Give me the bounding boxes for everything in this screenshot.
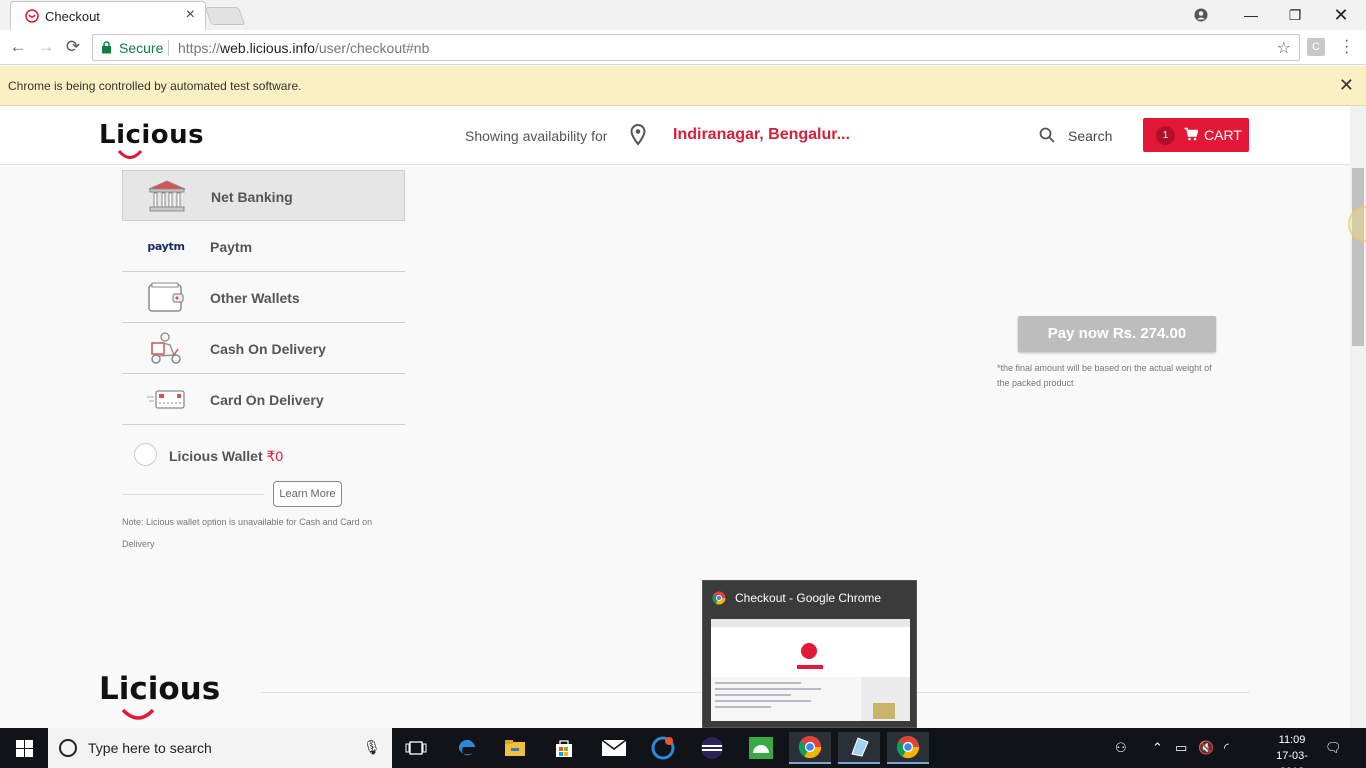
location-selector[interactable]: Indiranagar, Bengalur... bbox=[673, 126, 850, 144]
tab-close-icon[interactable]: × bbox=[186, 6, 195, 24]
wallet-balance: ₹0 bbox=[266, 448, 284, 464]
wallet-note: Note: Licious wallet option is unavailab… bbox=[122, 517, 373, 549]
taskbar-search-placeholder: Type here to search bbox=[88, 740, 212, 756]
search-link[interactable]: Search bbox=[1068, 128, 1112, 144]
payment-option-paytm[interactable]: paytm Paytm bbox=[122, 221, 405, 272]
reload-icon[interactable]: ⟳ bbox=[62, 37, 84, 57]
mail-icon[interactable] bbox=[593, 732, 635, 764]
payment-option-label: Other Wallets bbox=[210, 290, 300, 306]
licious-logo[interactable]: Licious bbox=[99, 120, 204, 159]
payment-option-other-wallets[interactable]: Other Wallets bbox=[122, 272, 405, 323]
taskbar-window-preview[interactable]: Checkout - Google Chrome bbox=[702, 580, 917, 728]
address-bar[interactable]: Secure https://web.licious.info/user/che… bbox=[92, 34, 1300, 61]
infobar-close-icon[interactable]: ✕ bbox=[1339, 75, 1354, 96]
bank-icon bbox=[145, 180, 189, 212]
cart-button[interactable]: 1 CART bbox=[1143, 118, 1249, 152]
microphone-icon[interactable]: 🎙 bbox=[363, 739, 381, 756]
edge-icon[interactable] bbox=[446, 732, 488, 764]
windows-taskbar: Type here to search 🎙 ⚇ ⌃ ▭ 🔇 ◜ 11:09 17… bbox=[0, 728, 1366, 768]
chrome-taskbar-icon[interactable] bbox=[789, 732, 831, 764]
ccleaner-icon[interactable] bbox=[642, 732, 684, 764]
payment-disclaimer: *the final amount will be based on the a… bbox=[997, 363, 1212, 388]
clock-date: 17-03-2018 bbox=[1276, 750, 1308, 768]
payment-option-net-banking[interactable]: Net Banking bbox=[122, 170, 405, 221]
store-icon[interactable] bbox=[543, 732, 585, 764]
tab-title: Checkout bbox=[45, 9, 100, 24]
licious-wallet-radio[interactable] bbox=[134, 443, 157, 466]
footer-logo[interactable]: Licious bbox=[99, 671, 220, 720]
windows-logo-icon bbox=[15, 739, 33, 757]
browser-toolbar: ← → ⟳ Secure https://web.licious.info/us… bbox=[0, 30, 1366, 65]
minimize-icon[interactable]: — bbox=[1228, 0, 1274, 30]
start-button[interactable] bbox=[0, 728, 48, 768]
payment-option-label: Cash On Delivery bbox=[210, 341, 326, 357]
page-scrollbar[interactable] bbox=[1350, 106, 1366, 728]
payment-option-cash-on-delivery[interactable]: Cash On Delivery bbox=[122, 323, 405, 374]
extension-icon[interactable]: C bbox=[1307, 38, 1325, 56]
chrome-menu-icon[interactable]: · · · bbox=[1344, 33, 1349, 61]
url-text: https://web.licious.info/user/checkout#n… bbox=[178, 40, 430, 56]
window-close-icon[interactable]: ✕ bbox=[1318, 0, 1364, 30]
preview-screenshot bbox=[711, 619, 910, 721]
location-pin-icon bbox=[630, 124, 646, 146]
mobile-app-icon[interactable] bbox=[740, 732, 782, 764]
task-view-icon[interactable] bbox=[395, 732, 437, 764]
chrome-icon bbox=[712, 591, 726, 605]
profile-icon[interactable] bbox=[1178, 0, 1224, 30]
lock-icon bbox=[102, 41, 111, 54]
divider bbox=[122, 494, 264, 495]
availability-label: Showing availability for bbox=[465, 128, 608, 144]
licious-favicon-icon bbox=[25, 9, 39, 23]
infobar-message: Chrome is being controlled by automated … bbox=[8, 79, 302, 93]
footer-logo-smile-icon bbox=[121, 709, 155, 720]
browser-tab-strip: Checkout × — ❐ ✕ bbox=[0, 0, 1366, 30]
eclipse-icon[interactable] bbox=[691, 732, 733, 764]
payment-option-card-on-delivery[interactable]: Card On Delivery bbox=[122, 374, 405, 425]
people-icon[interactable]: ⚇ bbox=[1115, 740, 1127, 756]
restore-icon[interactable]: ❐ bbox=[1272, 0, 1318, 30]
preview-title: Checkout - Google Chrome bbox=[735, 591, 882, 605]
delivery-scooter-icon bbox=[144, 332, 188, 364]
logo-smile-icon bbox=[117, 150, 143, 159]
payment-option-label: Paytm bbox=[210, 239, 253, 255]
cortana-icon bbox=[59, 739, 77, 757]
wallet-icon bbox=[144, 281, 188, 313]
page-content: Licious Showing availability for Indiran… bbox=[0, 106, 1350, 728]
volume-muted-icon[interactable]: 🔇 bbox=[1198, 740, 1214, 756]
taskbar-search-box[interactable]: Type here to search 🎙 bbox=[48, 728, 392, 768]
secure-label: Secure bbox=[119, 40, 164, 56]
chevron-up-icon[interactable]: ⌃ bbox=[1152, 740, 1163, 756]
clock-time: 11:09 bbox=[1278, 734, 1306, 746]
file-explorer-icon[interactable] bbox=[494, 732, 536, 764]
payment-option-label: Card On Delivery bbox=[210, 392, 324, 408]
payment-method-list: Net Banking paytm Paytm Other Wallets Ca… bbox=[122, 170, 405, 425]
automation-infobar: Chrome is being controlled by automated … bbox=[0, 66, 1366, 106]
battery-icon[interactable]: ▭ bbox=[1175, 740, 1187, 756]
notifications-icon[interactable]: 🗨 bbox=[1325, 740, 1342, 756]
bookmark-star-icon[interactable]: ☆ bbox=[1277, 38, 1291, 58]
scrollbar-thumb[interactable] bbox=[1352, 168, 1364, 346]
forward-arrow-icon[interactable]: → bbox=[35, 37, 57, 57]
address-separator bbox=[168, 40, 169, 56]
back-arrow-icon[interactable]: ← bbox=[7, 37, 29, 57]
licious-wallet-label: Licious Wallet ₹0 bbox=[169, 448, 284, 464]
site-header: Licious Showing availability for Indiran… bbox=[0, 106, 1350, 165]
learn-more-button[interactable]: Learn More bbox=[273, 481, 342, 507]
cart-count-badge: 1 bbox=[1156, 126, 1175, 145]
chrome-taskbar-icon-2[interactable] bbox=[887, 732, 929, 764]
cart-label: CART bbox=[1204, 127, 1242, 143]
search-icon[interactable] bbox=[1039, 127, 1055, 143]
system-clock[interactable]: 11:09 17-03-2018 bbox=[1264, 732, 1320, 768]
browser-tab[interactable]: Checkout × bbox=[10, 1, 206, 30]
new-tab-button[interactable] bbox=[204, 7, 246, 25]
wifi-icon[interactable]: ◜ bbox=[1224, 740, 1229, 756]
notepad-icon[interactable] bbox=[838, 732, 880, 764]
card-icon bbox=[144, 383, 188, 415]
paytm-icon: paytm bbox=[147, 239, 185, 253]
pay-now-button[interactable]: Pay now Rs. 274.00 bbox=[1018, 316, 1216, 352]
cart-icon bbox=[1184, 127, 1198, 141]
payment-option-label: Net Banking bbox=[211, 189, 293, 205]
